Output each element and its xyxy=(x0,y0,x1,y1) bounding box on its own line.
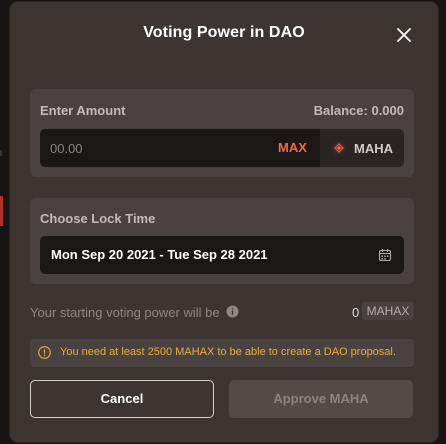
lock-time-label: Choose Lock Time xyxy=(40,211,156,226)
warning-text: You need at least 2500 MAHAX to be able … xyxy=(60,346,396,358)
amount-label: Enter Amount xyxy=(40,103,126,118)
close-button[interactable] xyxy=(396,27,412,43)
date-range-value: Mon Sep 20 2021 - Tue Sep 28 2021 xyxy=(51,247,268,262)
close-icon xyxy=(397,28,411,42)
voting-power-unit: MAHAX xyxy=(362,302,414,320)
balance-label: Balance: 0.000 xyxy=(313,103,404,118)
info-icon[interactable] xyxy=(226,305,239,318)
token-name: MAHA xyxy=(354,141,393,156)
backdrop-accent-mark xyxy=(0,196,3,226)
backdrop-mark xyxy=(0,150,2,156)
warning-banner: You need at least 2500 MAHAX to be able … xyxy=(30,339,414,367)
amount-panel: Enter Amount Balance: 0.000 MAX MAHA xyxy=(30,89,414,177)
amount-field: MAX MAHA xyxy=(40,129,404,167)
cancel-button[interactable]: Cancel xyxy=(30,380,214,418)
modal-title: Voting Power in DAO xyxy=(143,24,305,41)
date-range-picker[interactable]: Mon Sep 20 2021 - Tue Sep 28 2021 xyxy=(40,236,404,274)
voting-power-modal: Voting Power in DAO Enter Amount Balance… xyxy=(10,2,438,442)
approve-maha-button[interactable]: Approve MAHA xyxy=(229,380,413,418)
token-selector: MAHA xyxy=(320,129,404,167)
voting-power-value: 0 xyxy=(352,305,360,320)
max-button[interactable]: MAX xyxy=(278,140,307,155)
amount-input[interactable] xyxy=(40,129,280,167)
warning-icon xyxy=(38,346,51,359)
lock-time-panel: Choose Lock Time Mon Sep 20 2021 - Tue S… xyxy=(30,198,414,284)
calendar-icon xyxy=(378,249,392,262)
maha-token-icon xyxy=(332,141,346,155)
voting-power-text: Your starting voting power will be xyxy=(30,305,220,320)
